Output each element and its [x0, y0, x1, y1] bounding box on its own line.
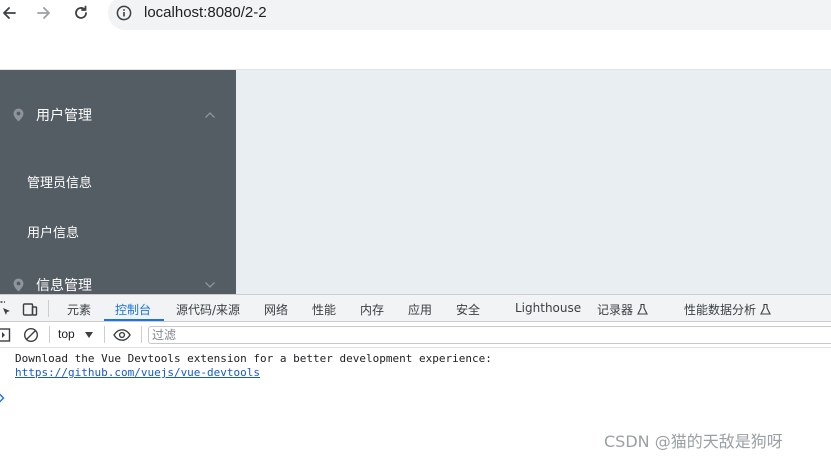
forward-button[interactable] — [33, 2, 55, 24]
clear-console-icon[interactable] — [23, 327, 39, 343]
devtools-tab-bar: 元素 控制台 源代码/来源 网络 性能 内存 应用 安全 Lighthouse … — [0, 295, 831, 322]
toolbar-divider — [104, 326, 105, 343]
watermark: CSDN @猫的天敌是狗呀 — [604, 432, 783, 451]
console-link[interactable]: https://github.com/vuejs/vue-devtools — [15, 366, 260, 379]
browser-toolbar: localhost:8080/2-2 — [0, 0, 831, 70]
tab-security[interactable]: 安全 — [456, 301, 480, 318]
menu-label: 信息管理 — [36, 278, 92, 294]
submenu-label: 管理员信息 — [27, 175, 93, 191]
eye-icon[interactable] — [113, 327, 131, 343]
tab-performance[interactable]: 性能 — [312, 301, 336, 318]
sidebar-toggle-icon[interactable] — [0, 327, 12, 343]
flask-icon — [637, 304, 648, 315]
context-selector[interactable]: top — [58, 327, 75, 341]
chevron-down-icon — [205, 282, 215, 288]
tab-application[interactable]: 应用 — [408, 301, 432, 318]
arrow-right-icon — [37, 7, 50, 19]
back-button[interactable] — [0, 2, 20, 24]
arrow-left-icon — [3, 7, 16, 19]
caret-down-icon[interactable] — [85, 332, 93, 338]
submenu-label: 用户信息 — [27, 225, 80, 241]
reload-icon — [75, 5, 87, 19]
console-prompt-icon[interactable] — [0, 393, 6, 403]
address-bar[interactable]: localhost:8080/2-2 — [108, 0, 831, 30]
console-filter-input[interactable] — [148, 326, 831, 344]
location-pin-icon — [13, 108, 24, 122]
tab-elements[interactable]: 元素 — [67, 301, 91, 318]
tab-label: 性能数据分析 — [684, 303, 757, 317]
tab-memory[interactable]: 内存 — [360, 301, 384, 318]
url-text[interactable]: localhost:8080/2-2 — [144, 4, 267, 21]
tab-label: 记录器 — [597, 303, 634, 317]
location-pin-icon — [13, 278, 24, 292]
inspect-element-icon[interactable] — [0, 301, 12, 317]
tab-recorder[interactable]: 记录器 — [597, 301, 648, 318]
submenu-item-admin-info[interactable]: 管理员信息 — [0, 156, 236, 206]
tab-console[interactable]: 控制台 — [115, 301, 151, 318]
toolbar-divider — [141, 326, 142, 343]
tab-lighthouse[interactable]: Lighthouse — [515, 301, 581, 315]
tab-network[interactable]: 网络 — [264, 301, 288, 318]
console-toolbar: top — [0, 322, 831, 348]
toolbar-divider — [49, 326, 50, 343]
sidebar-menu: 用户管理 管理员信息 用户信息 信息管理 — [0, 70, 236, 294]
console-message: Download the Vue Devtools extension for … — [15, 352, 492, 365]
tab-performance-insights[interactable]: 性能数据分析 — [684, 301, 771, 318]
reload-button[interactable] — [70, 2, 92, 24]
tab-sources[interactable]: 源代码/来源 — [176, 301, 240, 318]
toolbar-divider — [48, 300, 49, 317]
submenu-item-user-info[interactable]: 用户信息 — [0, 206, 236, 256]
page-viewport: 用户管理 管理员信息 用户信息 信息管理 — [0, 70, 831, 294]
chevron-up-icon — [205, 112, 215, 118]
menu-user-management[interactable]: 用户管理 — [0, 87, 236, 143]
site-info-icon[interactable] — [116, 5, 132, 21]
flask-icon — [760, 304, 771, 315]
active-tab-indicator — [104, 319, 164, 321]
device-toolbar-icon[interactable] — [22, 301, 38, 317]
menu-info-management[interactable]: 信息管理 — [0, 257, 236, 294]
menu-label: 用户管理 — [36, 108, 92, 124]
